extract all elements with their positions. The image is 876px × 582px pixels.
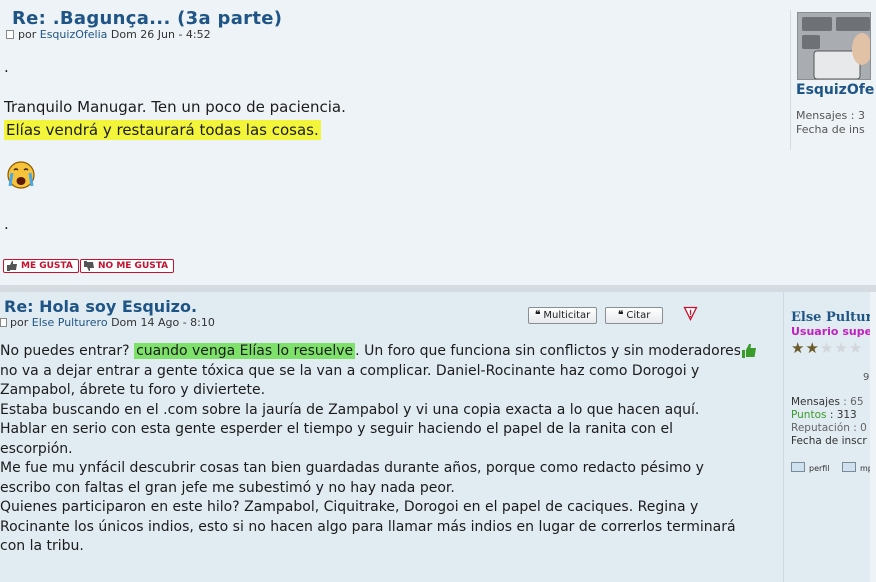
- post-2-text-before: No puedes entrar?: [0, 343, 135, 359]
- post-1: Re: .Bagunça... (3a parte) por EsquizOfe…: [0, 0, 876, 290]
- dislike-label: NO ME GUSTA: [98, 261, 169, 271]
- rank-stars: ★★★★★: [791, 339, 863, 357]
- avatar[interactable]: [797, 12, 871, 80]
- post-2-line: Hablar en serio con esta gente esperder …: [0, 421, 673, 437]
- post-2-line: Estaba buscando en el .com sobre la jaur…: [0, 401, 700, 418]
- post-2-line: Zampabol, ábrete tu foro y diviertete.: [0, 382, 266, 398]
- highlighted-text: cuando venga Elías lo resuelve: [134, 343, 356, 359]
- post-2-line: No puedes entrar? cuando venga Elías lo …: [0, 342, 742, 362]
- post-1-dot-bottom: .: [4, 215, 9, 233]
- profile-icon: [791, 462, 805, 472]
- quote-mark-icon: ❝: [535, 310, 541, 321]
- profile-link-label: perfil: [809, 464, 830, 473]
- post-2-username[interactable]: Else Pultur: [791, 310, 872, 325]
- post-1-meta-prefix: por: [18, 28, 37, 41]
- post-doc-icon: [0, 318, 7, 327]
- post-2-meta-prefix: por: [10, 316, 29, 329]
- post-2-text-after: . Un foro que funciona sin conflictos y …: [355, 343, 742, 359]
- post-2-points: Puntos : 313: [791, 409, 857, 421]
- reputation-value: : 0: [853, 422, 867, 434]
- star-empty-icon: ★: [819, 339, 835, 357]
- post-divider: [0, 285, 876, 292]
- thumbs-down-icon: [84, 261, 94, 271]
- post-1-joined: Fecha de ins: [796, 123, 865, 136]
- like-button[interactable]: ME GUSTA: [3, 259, 79, 273]
- reputation-label: Reputación: [791, 422, 850, 434]
- post-1-line-1: Tranquilo Manugar. Ten un poco de pacien…: [4, 98, 346, 116]
- highlighted-text: Elías vendrá y restaurará todas las cosa…: [4, 120, 321, 140]
- post-2-line: no va a dejar entrar a gente tóxica que …: [0, 362, 700, 379]
- post-2-line: Quienes participaron en este hilo? Zampa…: [0, 499, 699, 515]
- post-1-username[interactable]: EsquizOfe: [796, 82, 874, 98]
- points-label: Puntos: [791, 409, 827, 421]
- post-2-line: con la tribu.: [0, 538, 84, 554]
- post-1-line-2: Elías vendrá y restaurará todas las cosa…: [4, 120, 321, 140]
- user-rank: Usuario supe: [791, 325, 873, 338]
- post-2-meta: por Else Pulturero Dom 14 Ago - 8:10: [0, 316, 215, 329]
- multiquote-label: Multicitar: [543, 310, 591, 321]
- points-value: : 313: [829, 409, 857, 421]
- post-2-line: escribo con faltas el gran jefe me subes…: [0, 479, 455, 496]
- right-edge-strip: [870, 292, 876, 582]
- post-1-author-sidebar: EsquizOfe Mensajes : 3 Fecha de ins: [790, 10, 876, 150]
- post-1-dot-top: .: [4, 58, 9, 76]
- post-1-title[interactable]: Re: .Bagunça... (3a parte): [12, 8, 282, 29]
- post-doc-icon: [6, 30, 14, 39]
- post-2-date: Dom 14 Ago - 8:10: [111, 316, 215, 329]
- thumbs-up-icon: [7, 261, 17, 271]
- quote-label: Citar: [626, 310, 651, 321]
- private-message-link[interactable]: mp: [842, 462, 873, 473]
- post-2-line: Me fue mu ynfácil descubrir cosas tan bi…: [0, 460, 704, 476]
- post-2: Re: Hola soy Esquizo. por Else Pulturero…: [0, 292, 876, 582]
- post-2-reputation: Reputación : 0: [791, 422, 867, 434]
- thumbs-up-icon[interactable]: [740, 342, 758, 360]
- report-warning-icon[interactable]: [683, 306, 698, 321]
- profile-link[interactable]: perfil: [791, 462, 830, 473]
- post-1-messages: Mensajes : 3: [796, 109, 865, 122]
- quote-button[interactable]: ❝ Citar: [605, 307, 664, 324]
- dislike-button[interactable]: NO ME GUSTA: [80, 259, 175, 273]
- keyboard-delete-key-image: [798, 13, 870, 79]
- star-empty-icon: ★: [848, 339, 864, 357]
- quote-mark-icon: ❝: [618, 310, 624, 321]
- private-message-icon: [842, 462, 856, 472]
- post-2-content: No puedes entrar? cuando venga Elías lo …: [0, 342, 742, 557]
- messages-label: Mensajes: [791, 396, 840, 408]
- rank-digit: 9: [863, 372, 870, 383]
- star-filled-icon: ★: [791, 339, 806, 357]
- post-2-author-link[interactable]: Else Pulturero: [32, 316, 108, 329]
- post-2-line: Rocinante los únicos indios, esto si no …: [0, 518, 736, 535]
- messages-value: : 65: [843, 396, 864, 408]
- post-1-author-link[interactable]: EsquizOfelia: [40, 28, 108, 41]
- crying-smiley-icon: [7, 161, 35, 189]
- post-2-joined: Fecha de inscr: [791, 435, 867, 447]
- multiquote-button[interactable]: ❝ Multicitar: [528, 307, 598, 324]
- post-2-line: escorpión.: [0, 440, 73, 457]
- post-1-meta: por EsquizOfelia Dom 26 Jun - 4:52: [6, 28, 211, 41]
- post-2-title[interactable]: Re: Hola soy Esquizo.: [4, 297, 197, 316]
- star-filled-icon: ★: [805, 339, 820, 357]
- post-1-body: Re: .Bagunça... (3a parte) por EsquizOfe…: [0, 0, 790, 290]
- post-2-messages: Mensajes : 65: [791, 396, 864, 408]
- post-1-date: Dom 26 Jun - 4:52: [110, 28, 211, 41]
- post-2-author-sidebar: Else Pultur Usuario supe ★★★★★ 9 Mensaje…: [783, 292, 876, 582]
- star-empty-icon: ★: [834, 339, 849, 357]
- like-label: ME GUSTA: [21, 261, 73, 271]
